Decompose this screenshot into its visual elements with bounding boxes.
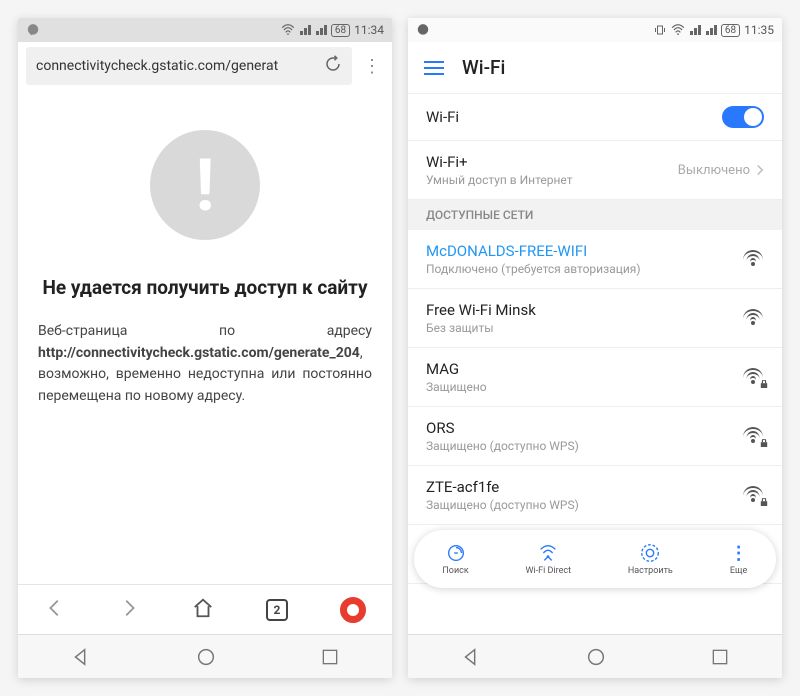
error-body: Веб-страница по адресу http://connectivi… [38,321,372,408]
clock-text: 11:35 [744,23,774,37]
status-bar: 68 11:35 [408,18,782,42]
network-row[interactable]: McDONALDS-FREE-WIFI Подключено (требуется… [408,230,782,289]
network-name: ORS [426,419,579,437]
wifi-signal-icon [742,486,764,504]
exclamation-icon: ! [150,130,260,240]
error-page: ! Не удается получить доступ к сайту Веб… [18,90,392,584]
network-name: Free Wi-Fi Minsk [426,301,536,319]
network-status: Подключено (требуется авторизация) [426,262,641,276]
opera-icon[interactable] [340,597,366,623]
forward-icon[interactable] [118,597,140,623]
wifi-signal-icon [742,427,764,445]
wifi-signal-icon [742,368,764,386]
network-name: McDONALDS-FREE-WIFI [426,242,641,260]
tabs-button[interactable]: 2 [266,599,288,621]
nav-home-icon[interactable] [195,646,217,668]
network-status: Защищено [426,380,487,394]
wifi-plus-sub: Умный доступ в Интернет [426,173,572,187]
network-status: Без защиты [426,321,536,335]
nav-recent-icon[interactable] [710,647,730,667]
signal-icon [689,24,701,36]
wifi-signal-icon [742,250,764,268]
wifi-icon [281,24,295,36]
status-bar: 68 11:34 [18,18,392,42]
signal-icon [299,24,311,36]
messenger-icon [26,23,40,37]
messenger-icon [416,23,430,37]
network-status: Защищено (доступно WPS) [426,498,579,512]
available-networks-section: ДОСТУПНЫЕ СЕТИ [408,200,782,230]
nav-back-icon[interactable] [460,646,482,668]
clock-text: 11:34 [354,23,384,37]
network-name: MAG [426,360,487,378]
nav-recent-icon[interactable] [320,647,340,667]
android-nav-bar [408,634,782,678]
network-row[interactable]: ZTE-acf1fe Защищено (доступно WPS) [408,466,782,525]
search-icon [445,542,467,564]
url-text: connectivitycheck.gstatic.com/generat [36,58,278,74]
wifi-toggle-row[interactable]: Wi-Fi [408,94,782,141]
wifi-plus-label: Wi-Fi+ [426,153,572,171]
android-nav-bar [18,634,392,678]
reload-icon[interactable] [324,55,342,77]
error-title: Не удается получить доступ к сайту [42,276,367,299]
wifi-signal-icon [742,309,764,327]
chevron-right-icon [756,164,764,176]
page-title: Wi-Fi [462,56,505,79]
address-bar-row: connectivitycheck.gstatic.com/generat ⋮ [18,42,392,90]
more-icon: ⋮ [730,543,748,564]
wifi-label: Wi-Fi [426,108,459,126]
configure-action[interactable]: Настроить [628,542,673,576]
gear-icon [639,542,661,564]
search-action[interactable]: Поиск [442,542,468,576]
battery-text: 68 [331,24,350,37]
more-action[interactable]: ⋮ Еще [730,543,748,576]
network-row[interactable]: ORS Защищено (доступно WPS) [408,407,782,466]
network-status: Защищено (доступно WPS) [426,439,579,453]
browser-screenshot: 68 11:34 connectivitycheck.gstatic.com/g… [18,18,392,678]
signal-icon [705,24,717,36]
home-icon[interactable] [192,597,214,623]
menu-icon[interactable]: ⋮ [360,56,384,77]
nav-back-icon[interactable] [70,646,92,668]
battery-text: 68 [721,24,740,37]
hamburger-icon[interactable] [424,61,444,75]
wifi-plus-value: Выключено [678,163,750,178]
browser-bottom-bar: 2 [18,584,392,634]
wifi-toggle[interactable] [722,106,764,128]
network-row[interactable]: Free Wi-Fi Minsk Без защиты [408,289,782,348]
wifi-direct-action[interactable]: Wi-Fi Direct [526,542,572,576]
wifi-icon [671,24,685,36]
network-name: ZTE-acf1fe [426,478,579,496]
wifi-plus-row[interactable]: Wi-Fi+ Умный доступ в Интернет Выключено [408,141,782,200]
signal-icon [315,24,327,36]
back-icon[interactable] [44,597,66,623]
vibrate-icon [653,24,667,36]
wifi-direct-icon [537,542,559,564]
wifi-settings-screenshot: 68 11:35 Wi-Fi Wi-Fi Wi-Fi+ Умный доступ… [408,18,782,678]
address-bar[interactable]: connectivitycheck.gstatic.com/generat [26,47,352,85]
settings-header: Wi-Fi [408,42,782,94]
action-bar: Поиск Wi-Fi Direct Настроить ⋮ Еще [414,530,776,588]
nav-home-icon[interactable] [585,646,607,668]
network-row[interactable]: MAG Защищено [408,348,782,407]
